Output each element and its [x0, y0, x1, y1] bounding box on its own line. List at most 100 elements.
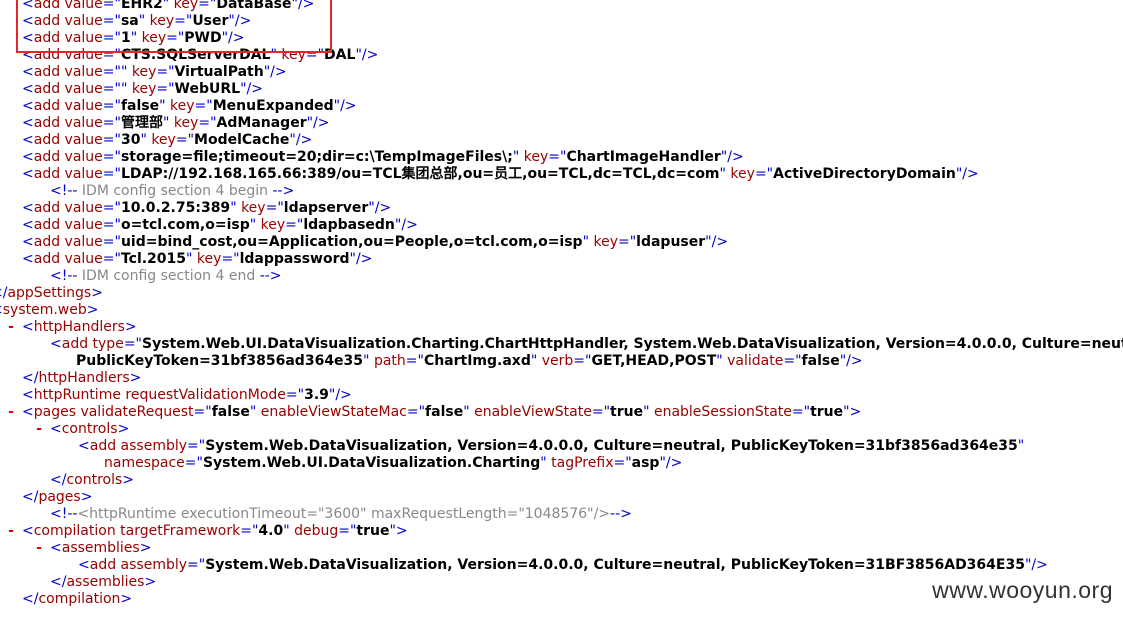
xml-token-b: "	[643, 404, 654, 420]
xml-token-b: ="	[405, 353, 424, 369]
collapse-toggle[interactable]: -	[32, 540, 46, 557]
xml-line: <!-- IDM config section 4 begin -->	[0, 183, 1123, 200]
xml-token-b: "/>	[355, 47, 379, 63]
xml-token-b: >	[122, 472, 135, 488]
xml-token-b: <	[22, 523, 34, 539]
xml-token-t: key	[151, 132, 176, 148]
xml-line: - <compilation targetFramework="4.0" debu…	[0, 523, 1123, 540]
xml-line-content: <!-- IDM config section 4 begin -->	[50, 183, 294, 200]
xml-token-t: validate	[727, 353, 784, 369]
xml-token-b: <!--	[50, 268, 78, 284]
xml-token-t: path	[373, 353, 406, 369]
xml-token-b: "	[540, 455, 552, 471]
xml-line: <add value="" key="WebURL"/>	[0, 81, 1123, 98]
xml-token-v: storage=file;timeout=20;dir=c:\TempImage…	[120, 149, 513, 165]
xml-token-b: >	[91, 285, 103, 301]
collapse-toggle[interactable]: -	[4, 523, 18, 540]
xml-token-t: controls	[61, 421, 118, 437]
xml-token-t: system.web	[2, 302, 87, 318]
xml-line: </pages>	[0, 489, 1123, 506]
xml-token-b: -->	[610, 506, 632, 522]
xml-token-t: appSettings	[7, 285, 92, 301]
xml-token-b: <	[22, 132, 34, 148]
credentials-highlight-box	[16, 0, 332, 53]
xml-token-v: 4.0	[258, 523, 284, 539]
xml-token-cmt: IDM config section 4 begin	[77, 183, 273, 199]
xml-token-t: key	[260, 217, 286, 233]
xml-line: - <httpHandlers>	[0, 319, 1123, 336]
xml-line-content: <!--<httpRuntime executionTimeout="3600"…	[50, 506, 632, 523]
xml-token-t: add value	[33, 98, 103, 114]
xml-line: <add type="System.Web.UI.DataVisualizati…	[0, 336, 1123, 353]
xml-token-b: "/>	[705, 234, 729, 250]
xml-token-b: ="	[406, 404, 426, 420]
xml-line: <add value="管理部" key="AdManager"/>	[0, 115, 1123, 132]
xml-token-t: assemblies	[66, 574, 145, 590]
xml-token-v: 3.9	[304, 387, 329, 403]
xml-line-content: <add value="o=tcl.com,o=isp" key="ldapba…	[22, 217, 418, 234]
xml-token-v: System.Web.UI.DataVisualization.Charting	[202, 455, 541, 471]
xml-token-t: verb	[541, 353, 574, 369]
xml-token-v: false	[425, 404, 464, 420]
xml-token-b: "/>	[368, 200, 392, 216]
xml-token-v: LDAP://192.168.165.66:389/ou=TCL集团总部,ou=…	[120, 166, 720, 182]
collapse-toggle[interactable]: -	[32, 421, 46, 438]
xml-token-b: "	[530, 353, 542, 369]
xml-line: <add value="uid=bind_cost,ou=Application…	[0, 234, 1123, 251]
xml-line: <add value="storage=file;timeout=20;dir=…	[0, 149, 1123, 166]
xml-line-content: <controls>	[50, 421, 129, 438]
xml-token-t: add value	[33, 217, 103, 233]
xml-line: <system.web>	[0, 302, 1123, 319]
xml-token-v: ldappassword	[239, 251, 350, 267]
xml-token-v: 30	[120, 132, 141, 148]
xml-token-b: <	[78, 438, 90, 454]
xml-token-b: >	[80, 489, 93, 505]
xml-token-b: ="	[187, 438, 206, 454]
xml-token-t: httpHandlers	[33, 319, 125, 335]
xml-token-b: "	[716, 353, 728, 369]
xml-token-v: System.Web.UI.DataVisualization.Charting…	[141, 336, 1123, 352]
watermark: www.wooyun.org	[932, 577, 1113, 603]
xml-token-b: <	[22, 64, 34, 80]
xml-token-v: ChartImg.axd	[423, 353, 531, 369]
xml-line: PublicKeyToken=31bf3856ad364e35" path="C…	[0, 353, 1123, 370]
xml-document: <add value="EHR2" key="DataBase"/> <add v…	[0, 0, 1123, 608]
xml-token-t: add value	[33, 81, 103, 97]
xml-token-b: ="	[591, 404, 611, 420]
xml-token-v: ldapbasedn	[303, 217, 395, 233]
xml-token-v: AdManager	[216, 115, 307, 131]
xml-line-content: </httpHandlers>	[22, 370, 141, 387]
xml-line-content: <pages validateRequest="false" enableVie…	[22, 404, 861, 421]
xml-line: <add value="30" key="ModelCache"/>	[0, 132, 1123, 149]
xml-token-b: "/>	[394, 217, 418, 233]
xml-token-b: ="	[102, 132, 121, 148]
xml-token-b: "	[1017, 438, 1025, 454]
collapse-toggle[interactable]: -	[4, 319, 18, 336]
xml-token-v: ModelCache	[194, 132, 290, 148]
xml-token-b: "/>	[333, 98, 357, 114]
xml-token-b: -->	[259, 268, 282, 284]
xml-line: <add value="o=tcl.com,o=isp" key="ldapba…	[0, 217, 1123, 234]
xml-token-b: >	[120, 591, 133, 607]
xml-token-t: debug	[294, 523, 339, 539]
xml-token-v: ChartImageHandler	[566, 149, 721, 165]
xml-token-b: "/>	[328, 387, 352, 403]
xml-line-content: <add value="Tcl.2015" key="ldappassword"…	[22, 251, 372, 268]
xml-token-b: <	[22, 81, 34, 97]
xml-token-b: "	[363, 353, 374, 369]
collapse-toggle[interactable]: -	[4, 404, 18, 421]
xml-token-t: add assembly	[89, 557, 188, 573]
xml-token-b: ="	[791, 404, 811, 420]
xml-token-b: "/>	[349, 251, 373, 267]
xml-token-b: -->	[272, 183, 295, 199]
xml-token-b: ="	[548, 149, 567, 165]
xml-token-b: "/>	[659, 455, 683, 471]
xml-token-t: add value	[33, 149, 103, 165]
xml-token-v: true	[810, 404, 844, 420]
xml-token-b: >	[144, 574, 157, 590]
xml-token-b: "	[512, 149, 524, 165]
xml-line-content: <assemblies>	[50, 540, 151, 557]
xml-token-t: add value	[33, 200, 103, 216]
xml-token-t: pages	[38, 489, 81, 505]
xml-token-v: true	[610, 404, 644, 420]
